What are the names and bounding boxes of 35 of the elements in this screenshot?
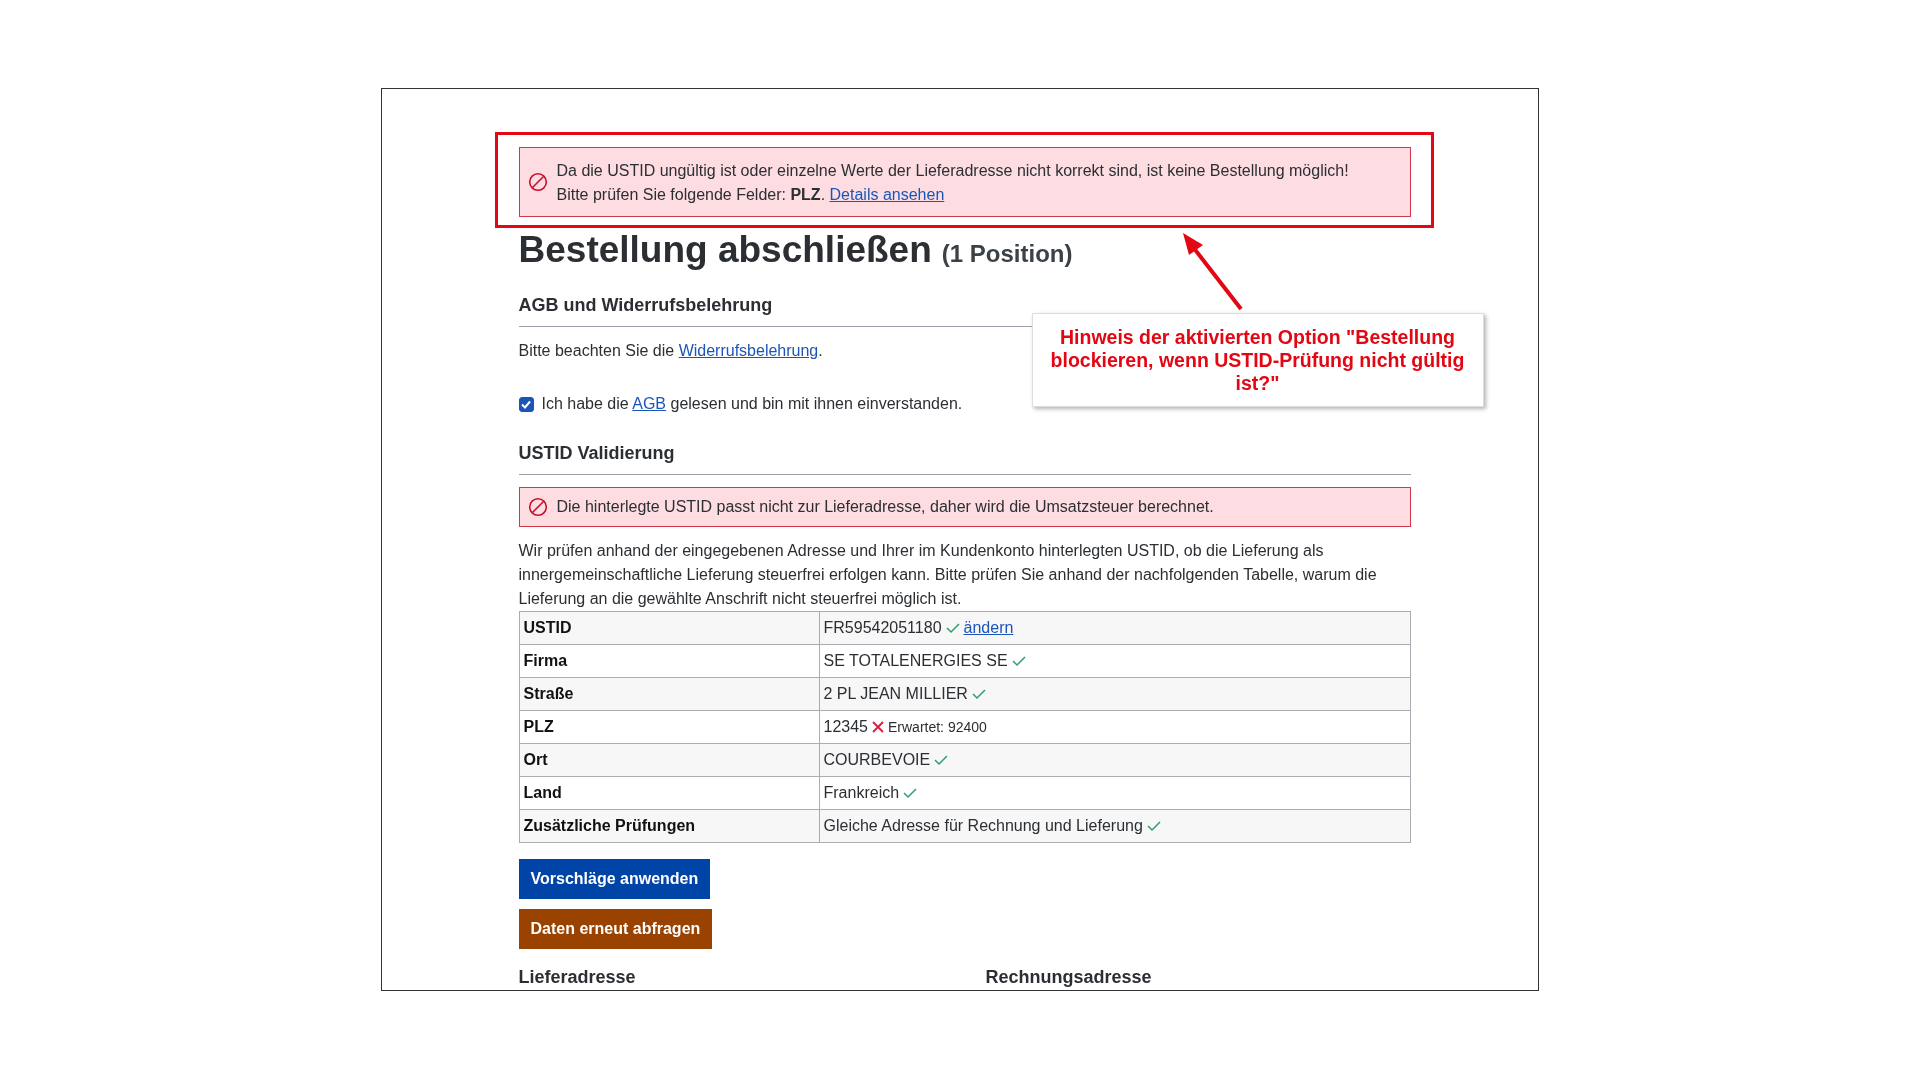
apply-button[interactable]: Vorschläge anwenden: [518, 859, 711, 899]
page-title: Bestellung abschließen: [518, 229, 932, 271]
address-heading: Lieferadresse: [518, 967, 637, 988]
expected-note: Erwartet: 92400: [888, 719, 987, 735]
terms-link[interactable]: AGB: [632, 395, 667, 412]
alert-text: Die hinterlegte USTID passt nicht zur Lieferadresse, daher wird die Umsatzsteuer berechnet.: [556, 497, 1214, 517]
table-cell: SE TOTALENERGIES SE: [823, 652, 1008, 670]
description-text: Wir prüfen anhand der eingegebenen Adresse und Ihrer im Kundenkonto hinterlegten USTID, ob die Lieferung als innergemeinschaftliche Lieferung steuerfrei erfolgen kann. Bitte prüfen Sie anhand der nachfolgenden Tabelle, warum die Lieferung an die gewählte Anschrift nicht steuerfrei möglich ist.: [518, 541, 1378, 609]
alert-text: Da die USTID ungültig ist oder einzelne Werte der Lieferadresse nicht korrekt sind, ist keine Bestellung möglich!: [556, 161, 1349, 181]
section-heading: USTID Validierung: [518, 443, 1411, 475]
consent-checkbox[interactable]: [518, 396, 534, 412]
refresh-button[interactable]: Daten erneut abfragen: [518, 909, 713, 949]
table-cell: PLZ: [519, 710, 819, 744]
prohibited-icon: [527, 497, 548, 517]
table-cell: Straße: [519, 677, 819, 711]
table-cell: Frankreich: [823, 784, 900, 802]
table-cell: 12345: [823, 718, 868, 736]
table-cell: Gleiche Adresse für Rechnung und Lieferung: [823, 817, 1143, 835]
address-heading: Rechnungsadresse: [985, 967, 1153, 988]
table-cell: 2 PL JEAN MILLIER: [823, 685, 968, 703]
table-cell: Land: [519, 776, 819, 810]
alert-text: Bitte prüfen Sie folgende Felder: PLZ. Details ansehen: [556, 185, 946, 205]
table-cell: Firma: [519, 644, 819, 678]
prohibited-icon: [527, 172, 548, 192]
annotation-text: Hinweis der aktivierten Option "Bestellung blockieren, wenn USTID-Prüfung nicht gültig ist?": [1049, 325, 1466, 395]
change-link[interactable]: ändern: [963, 619, 1014, 637]
table-cell: COURBEVOIE: [823, 751, 931, 769]
table-cell: Zusätzliche Prüfungen: [519, 809, 819, 843]
position-count: (1 Position): [941, 240, 1073, 268]
withdrawal-link[interactable]: Widerrufsbelehrung: [678, 342, 819, 359]
consent-label: Ich habe die AGB gelesen und bin mit ihnen einverstanden.: [541, 395, 963, 413]
details-link[interactable]: Details ansehen: [829, 186, 945, 203]
table-cell: USTID: [519, 611, 819, 645]
table-cell: FR59542051180: [823, 619, 942, 637]
table-cell: Ort: [519, 743, 819, 777]
